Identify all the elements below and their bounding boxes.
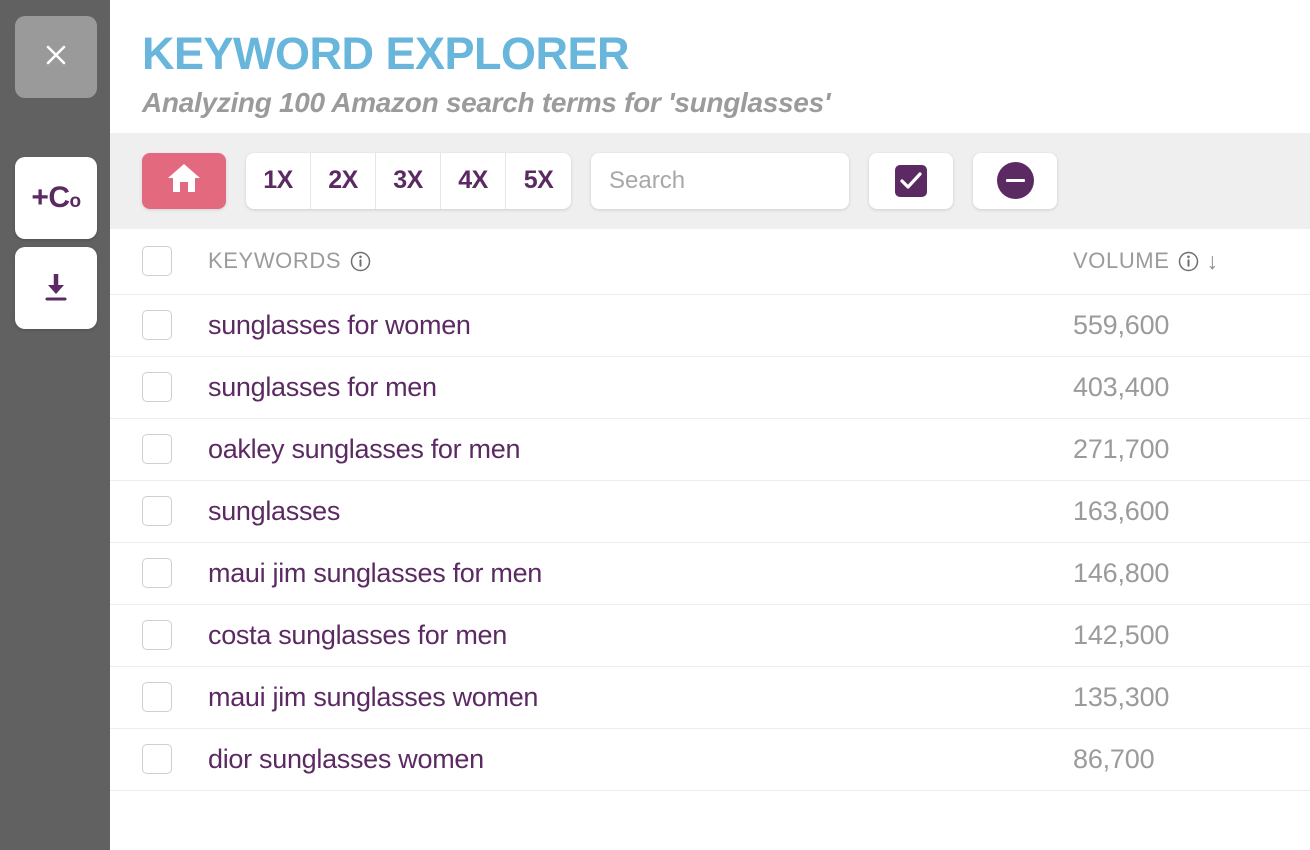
- multiplier-4x-button[interactable]: 4X: [441, 153, 506, 209]
- row-keyword-cell: sunglasses for men: [208, 372, 1055, 403]
- add-compare-button[interactable]: +Co: [15, 157, 97, 239]
- row-keyword-cell: sunglasses: [208, 496, 1055, 527]
- home-button[interactable]: [142, 153, 226, 209]
- download-button[interactable]: [15, 247, 97, 329]
- keyword-link[interactable]: sunglasses for men: [208, 372, 437, 403]
- keyword-link[interactable]: costa sunglasses for men: [208, 620, 507, 651]
- home-icon: [166, 161, 202, 200]
- sort-descending-icon[interactable]: ↓: [1207, 250, 1219, 273]
- table-row: dior sunglasses women 86,700: [110, 729, 1310, 791]
- multiplier-3x-button[interactable]: 3X: [376, 153, 441, 209]
- row-volume-cell: 135,300: [1055, 682, 1310, 713]
- select-all-header-cell: [142, 246, 208, 276]
- header: KEYWORD EXPLORER Analyzing 100 Amazon se…: [110, 0, 1310, 133]
- multiplier-2x-button[interactable]: 2X: [311, 153, 376, 209]
- volume-value: 271,700: [1073, 434, 1169, 465]
- multiplier-button-group: 1X 2X 3X 4X 5X: [246, 153, 571, 209]
- keyword-link[interactable]: maui jim sunglasses for men: [208, 558, 542, 589]
- multiplier-1x-button[interactable]: 1X: [246, 153, 311, 209]
- row-checkbox[interactable]: [142, 682, 172, 712]
- minus-bar: [1006, 179, 1025, 183]
- multiplier-5x-button[interactable]: 5X: [506, 153, 571, 209]
- keyword-link[interactable]: maui jim sunglasses women: [208, 682, 538, 713]
- keywords-header-cell: KEYWORDS: [208, 248, 1055, 274]
- volume-header-cell[interactable]: VOLUME ↓: [1055, 248, 1310, 274]
- table-row: maui jim sunglasses for men 146,800: [110, 543, 1310, 605]
- keyword-explorer-app: +Co KEYWORD EXPLORER Analyzing 100 Amazo…: [0, 0, 1310, 850]
- row-checkbox-cell: [142, 310, 208, 340]
- row-volume-cell: 146,800: [1055, 558, 1310, 589]
- table-row: maui jim sunglasses women 135,300: [110, 667, 1310, 729]
- toolbar: 1X 2X 3X 4X 5X: [110, 133, 1310, 229]
- row-checkbox-cell: [142, 558, 208, 588]
- row-checkbox[interactable]: [142, 434, 172, 464]
- close-button[interactable]: [15, 16, 97, 98]
- select-all-button[interactable]: [869, 153, 953, 209]
- table-row: sunglasses for women 559,600: [110, 295, 1310, 357]
- keyword-link[interactable]: dior sunglasses women: [208, 744, 484, 775]
- volume-info-icon[interactable]: [1178, 251, 1199, 272]
- table-body: sunglasses for women559,600sunglasses fo…: [110, 295, 1310, 791]
- row-volume-cell: 403,400: [1055, 372, 1310, 403]
- minus-circle-icon: [997, 162, 1034, 199]
- volume-value: 403,400: [1073, 372, 1169, 403]
- row-volume-cell: 86,700: [1055, 744, 1310, 775]
- row-volume-cell: 271,700: [1055, 434, 1310, 465]
- sidebar: +Co: [0, 0, 110, 850]
- row-volume-cell: 559,600: [1055, 310, 1310, 341]
- row-checkbox[interactable]: [142, 310, 172, 340]
- close-icon: [41, 40, 71, 75]
- row-keyword-cell: maui jim sunglasses for men: [208, 558, 1055, 589]
- table-row: sunglasses 163,600: [110, 481, 1310, 543]
- remove-button[interactable]: [973, 153, 1057, 209]
- row-checkbox[interactable]: [142, 744, 172, 774]
- row-volume-cell: 163,600: [1055, 496, 1310, 527]
- row-checkbox-cell: [142, 620, 208, 650]
- row-keyword-cell: maui jim sunglasses women: [208, 682, 1055, 713]
- volume-value: 146,800: [1073, 558, 1169, 589]
- keyword-link[interactable]: sunglasses: [208, 496, 340, 527]
- main-panel: KEYWORD EXPLORER Analyzing 100 Amazon se…: [110, 0, 1310, 850]
- volume-value: 142,500: [1073, 620, 1169, 651]
- volume-value: 135,300: [1073, 682, 1169, 713]
- download-icon: [37, 267, 75, 310]
- row-checkbox-cell: [142, 496, 208, 526]
- row-checkbox[interactable]: [142, 620, 172, 650]
- select-all-checkbox[interactable]: [142, 246, 172, 276]
- table-row: costa sunglasses for men 142,500: [110, 605, 1310, 667]
- plus-co-icon: +Co: [31, 183, 80, 213]
- row-checkbox[interactable]: [142, 558, 172, 588]
- keywords-column-label: KEYWORDS: [208, 248, 341, 274]
- volume-value: 86,700: [1073, 744, 1154, 775]
- row-keyword-cell: dior sunglasses women: [208, 744, 1055, 775]
- row-checkbox-cell: [142, 682, 208, 712]
- row-keyword-cell: costa sunglasses for men: [208, 620, 1055, 651]
- volume-value: 559,600: [1073, 310, 1169, 341]
- checkbox-checked-icon: [895, 165, 927, 197]
- row-volume-cell: 142,500: [1055, 620, 1310, 651]
- row-checkbox-cell: [142, 372, 208, 402]
- table-row: sunglasses for men 403,400: [110, 357, 1310, 419]
- keyword-link[interactable]: oakley sunglasses for men: [208, 434, 520, 465]
- page-subtitle: Analyzing 100 Amazon search terms for 's…: [142, 87, 1310, 119]
- row-checkbox-cell: [142, 744, 208, 774]
- volume-value: 163,600: [1073, 496, 1169, 527]
- keywords-info-icon[interactable]: [350, 251, 371, 272]
- page-title: KEYWORD EXPLORER: [142, 30, 1310, 79]
- keyword-table: KEYWORDS VOLUME: [110, 229, 1310, 850]
- volume-column-label: VOLUME: [1073, 248, 1170, 274]
- row-keyword-cell: oakley sunglasses for men: [208, 434, 1055, 465]
- keyword-link[interactable]: sunglasses for women: [208, 310, 471, 341]
- table-row: oakley sunglasses for men 271,700: [110, 419, 1310, 481]
- row-keyword-cell: sunglasses for women: [208, 310, 1055, 341]
- row-checkbox-cell: [142, 434, 208, 464]
- search-input[interactable]: [591, 153, 849, 209]
- row-checkbox[interactable]: [142, 496, 172, 526]
- table-header-row: KEYWORDS VOLUME: [110, 229, 1310, 295]
- row-checkbox[interactable]: [142, 372, 172, 402]
